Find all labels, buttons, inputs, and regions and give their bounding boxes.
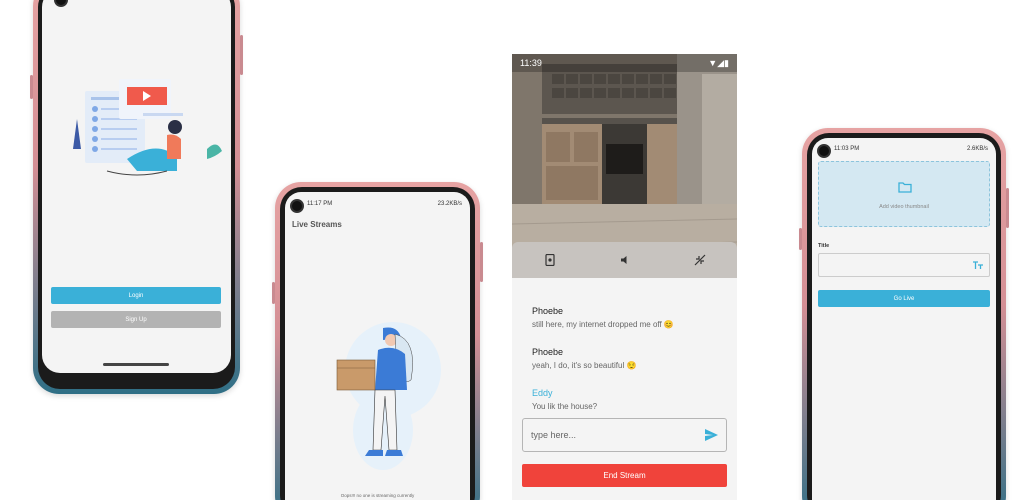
camera-hole (54, 0, 68, 7)
login-button[interactable]: Login (51, 287, 221, 304)
chat-message: Phoebe yeah, I do, it's so beautiful 😌 (532, 347, 636, 370)
status-bar: 11:39 ▼◢▮ (512, 54, 737, 72)
chat-author: Eddy (532, 388, 553, 398)
signup-button[interactable]: Sign Up (51, 311, 221, 328)
title-label: Title (818, 243, 830, 249)
minimize-icon[interactable] (693, 253, 707, 267)
streaming-illustration (73, 79, 222, 176)
status-bar: 11:17 PM 23.2KB/s (285, 197, 470, 211)
phone-login: Login Sign Up (30, 0, 243, 394)
chat-input-placeholder: type here... (531, 430, 577, 440)
chat-message: Phoebe still here, my internet dropped m… (532, 306, 674, 329)
stream-chat-screen: 11:39 ▼◢▮ Phoebe still here, my internet… (512, 54, 737, 500)
chat-author: Phoebe (532, 347, 564, 357)
chat-input[interactable]: type here... (522, 418, 727, 452)
status-icons: ▼◢▮ (708, 57, 729, 68)
page-title: Live Streams (292, 220, 342, 229)
chat-message: Eddy You lik the house? (532, 388, 597, 411)
send-icon[interactable] (705, 429, 718, 441)
thumbnail-label: Add video thumbnail (879, 204, 929, 210)
status-time: 11:39 (520, 58, 542, 68)
chat-text: still here, my internet dropped me off 😊 (532, 320, 674, 329)
go-live-screen: 11:03 PM 2.6KB/s Add video thumbnail Tit… (812, 138, 996, 500)
video-feed: 11:39 ▼◢▮ (512, 54, 737, 278)
login-screen: Login Sign Up (42, 0, 231, 373)
chat-text: yeah, I do, it's so beautiful 😌 (532, 361, 637, 370)
phone-live-streams: 11:17 PM 23.2KB/s Live Streams Oops!!! n… (272, 182, 483, 500)
status-time: 11:03 PM (834, 146, 860, 152)
app-screenshots-canvas: Login Sign Up 11:17 PM 23.2KB/s Live Str… (0, 0, 1024, 500)
thumbnail-picker[interactable]: Add video thumbnail (818, 161, 990, 227)
empty-state-text: Oops!!! no one is streaming currently (340, 493, 415, 498)
status-time: 11:17 PM (307, 201, 333, 207)
folder-icon (898, 182, 912, 193)
go-live-button[interactable]: Go Live (818, 290, 990, 307)
volume-icon[interactable] (618, 253, 632, 267)
home-indicator (103, 363, 169, 366)
live-streams-screen: 11:17 PM 23.2KB/s Live Streams Oops!!! n… (285, 192, 470, 500)
chat-author: Phoebe (532, 306, 564, 316)
status-bar: 11:03 PM 2.6KB/s (812, 142, 996, 156)
status-network-speed: 23.2KB/s (437, 201, 462, 207)
switch-camera-icon[interactable] (543, 253, 557, 267)
title-input[interactable] (818, 253, 990, 277)
delivery-person-illustration (336, 322, 441, 470)
end-stream-button[interactable]: End Stream (522, 464, 727, 487)
status-network-speed: 2.6KB/s (966, 146, 988, 152)
chat-text: You lik the house? (532, 402, 598, 411)
stream-controls (512, 242, 737, 278)
text-format-icon[interactable] (973, 261, 983, 270)
phone-go-live: 11:03 PM 2.6KB/s Add video thumbnail Tit… (799, 128, 1009, 500)
